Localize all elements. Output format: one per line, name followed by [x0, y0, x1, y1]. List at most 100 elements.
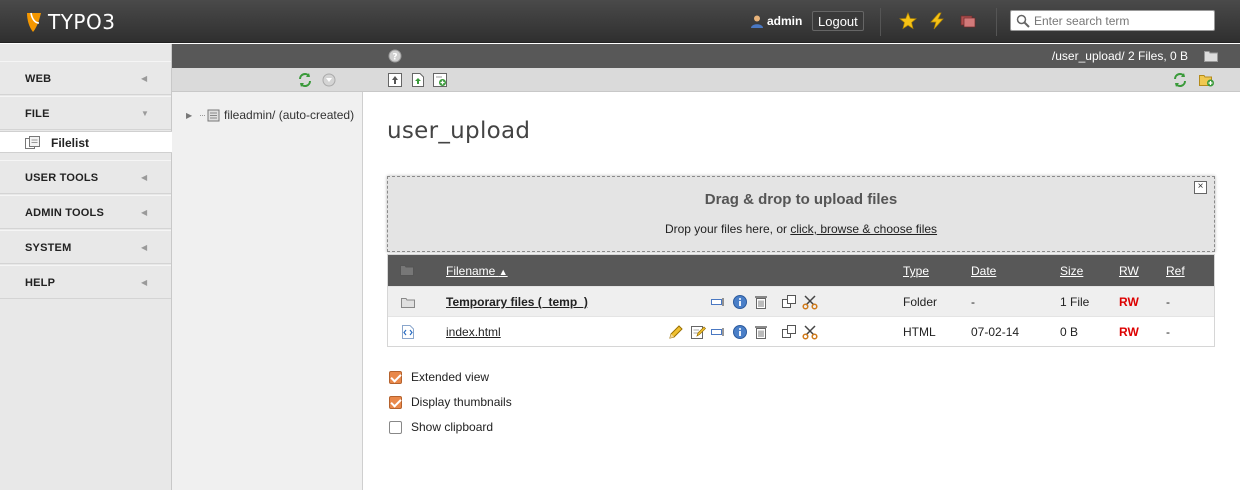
module-menu: WEB ◀ FILE ▼ Filelist USER TOOLS ◀ ADMIN… [0, 44, 172, 490]
module-group-system[interactable]: SYSTEM ◀ [0, 230, 171, 264]
file-table: Filename ▲ Type Date Size RW Ref Tempora… [387, 254, 1215, 347]
storage-icon [207, 109, 220, 121]
tree-connector [200, 114, 205, 116]
refresh-icon[interactable] [298, 73, 312, 87]
file-name-link[interactable]: index.html [446, 325, 501, 339]
upload-dropzone[interactable]: × Drag & drop to upload files Drop your … [387, 176, 1215, 252]
app-name: TYPO3 [48, 10, 116, 34]
option-display-thumbnails[interactable]: Display thumbnails [389, 395, 512, 409]
file-date: 07-02-14 [971, 325, 1020, 339]
search-icon [1016, 14, 1030, 28]
dropzone-text: Drop your files here, or click, browse &… [388, 222, 1214, 236]
module-item-filelist[interactable]: Filelist [0, 131, 172, 153]
search-input[interactable] [1034, 13, 1214, 28]
folder-tree-panel: ▶ fileadmin/ (auto-created) [172, 44, 363, 490]
doc-header: ? /user_upload/ 2 Files, 0 B [363, 44, 1240, 68]
file-size: 0 B [1060, 325, 1079, 339]
file-size: 1 File [1060, 295, 1090, 309]
collapsed-arrow-icon: ◀ [141, 173, 148, 182]
file-references: - [1166, 295, 1170, 309]
user-menu[interactable]: admin [750, 14, 802, 28]
dropzone-text-prefix: Drop your files here, or [664, 222, 791, 236]
collapsed-arrow-icon: ◀ [141, 243, 148, 252]
doc-toolbar [363, 68, 1240, 92]
module-group-label: SYSTEM [25, 242, 72, 254]
user-icon [751, 15, 763, 28]
new-folder-icon[interactable] [1199, 73, 1215, 87]
tree-node-label: fileadmin/ (auto-created) [224, 108, 355, 122]
file-permissions: RW [1119, 325, 1139, 339]
filter-icon[interactable] [322, 73, 336, 87]
html-file-icon [402, 325, 414, 339]
typo3-logo-icon [27, 12, 41, 32]
search-box[interactable] [1010, 10, 1215, 31]
page-title: user_upload [387, 118, 531, 144]
folder-icon [401, 298, 415, 308]
module-group-admin-tools[interactable]: ADMIN TOOLS ◀ [0, 195, 171, 229]
info-icon[interactable] [732, 294, 748, 310]
display-thumbnails-checkbox[interactable] [389, 395, 402, 409]
filelist-icon [25, 136, 40, 149]
username: admin [767, 14, 803, 28]
module-group-label: USER TOOLS [25, 172, 99, 184]
folder-header-icon [400, 265, 414, 276]
file-type: Folder [903, 295, 938, 309]
table-header: Filename ▲ Type Date Size RW Ref [388, 255, 1214, 286]
cut-icon[interactable] [802, 294, 818, 310]
delete-icon[interactable] [753, 294, 769, 310]
column-header-date[interactable]: Date [971, 264, 996, 278]
tree-expand-icon[interactable]: ▶ [186, 111, 200, 120]
path-info: /user_upload/ 2 Files, 0 B [1051, 49, 1188, 63]
refresh-icon[interactable] [1173, 73, 1187, 87]
bookmark-star-icon[interactable] [899, 12, 917, 30]
top-bar: TYPO3 admin Logout [0, 0, 1240, 43]
new-file-icon[interactable] [433, 73, 447, 87]
column-header-filename-label: Filename [446, 264, 496, 278]
edit-metadata-icon[interactable] [690, 324, 706, 340]
rename-icon[interactable] [710, 324, 726, 340]
tree-node-fileadmin[interactable]: ▶ fileadmin/ (auto-created) [186, 108, 354, 122]
column-header-rw[interactable]: RW [1119, 264, 1139, 278]
column-header-ref[interactable]: Ref [1166, 264, 1185, 278]
file-name-link[interactable]: Temporary files (_temp_) [446, 295, 588, 309]
tree-toolbar [172, 68, 363, 92]
module-group-file[interactable]: FILE ▼ [0, 96, 171, 130]
up-folder-icon[interactable] [388, 73, 402, 87]
option-label: Display thumbnails [411, 395, 512, 409]
collapsed-arrow-icon: ◀ [141, 278, 148, 287]
extended-view-checkbox[interactable] [389, 370, 402, 384]
upload-files-icon[interactable] [411, 73, 425, 87]
module-group-help[interactable]: HELP ◀ [0, 265, 171, 299]
column-header-size[interactable]: Size [1060, 264, 1083, 278]
option-extended-view[interactable]: Extended view [389, 370, 489, 384]
workspace-icon[interactable] [959, 12, 977, 30]
rename-icon[interactable] [710, 294, 726, 310]
option-show-clipboard[interactable]: Show clipboard [389, 420, 493, 434]
delete-icon[interactable] [753, 324, 769, 340]
typo3-logo[interactable]: TYPO3 [24, 10, 115, 34]
show-clipboard-checkbox[interactable] [389, 420, 402, 434]
copy-icon[interactable] [781, 324, 797, 340]
flash-clear-cache-icon[interactable] [928, 12, 946, 30]
copy-icon[interactable] [781, 294, 797, 310]
file-references: - [1166, 325, 1170, 339]
column-header-filename[interactable]: Filename ▲ [446, 264, 508, 278]
column-header-type[interactable]: Type [903, 264, 929, 278]
cut-icon[interactable] [802, 324, 818, 340]
option-label: Extended view [411, 370, 490, 384]
module-group-user-tools[interactable]: USER TOOLS ◀ [0, 160, 171, 194]
file-permissions: RW [1119, 295, 1139, 309]
info-icon[interactable] [732, 324, 748, 340]
module-group-label: ADMIN TOOLS [25, 207, 104, 219]
help-icon[interactable]: ? [388, 49, 402, 63]
module-group-web[interactable]: WEB ◀ [0, 61, 171, 95]
folder-icon [1204, 51, 1218, 62]
logout-button[interactable]: Logout [812, 11, 864, 31]
browse-files-link[interactable]: click, browse & choose files [790, 222, 937, 236]
edit-content-icon[interactable] [668, 324, 684, 340]
main-content: user_upload × Drag & drop to upload file… [363, 92, 1240, 490]
toolbar-separator [996, 8, 997, 36]
expanded-arrow-icon: ▼ [141, 109, 149, 118]
dropzone-title: Drag & drop to upload files [704, 191, 898, 208]
file-type: HTML [903, 325, 936, 339]
